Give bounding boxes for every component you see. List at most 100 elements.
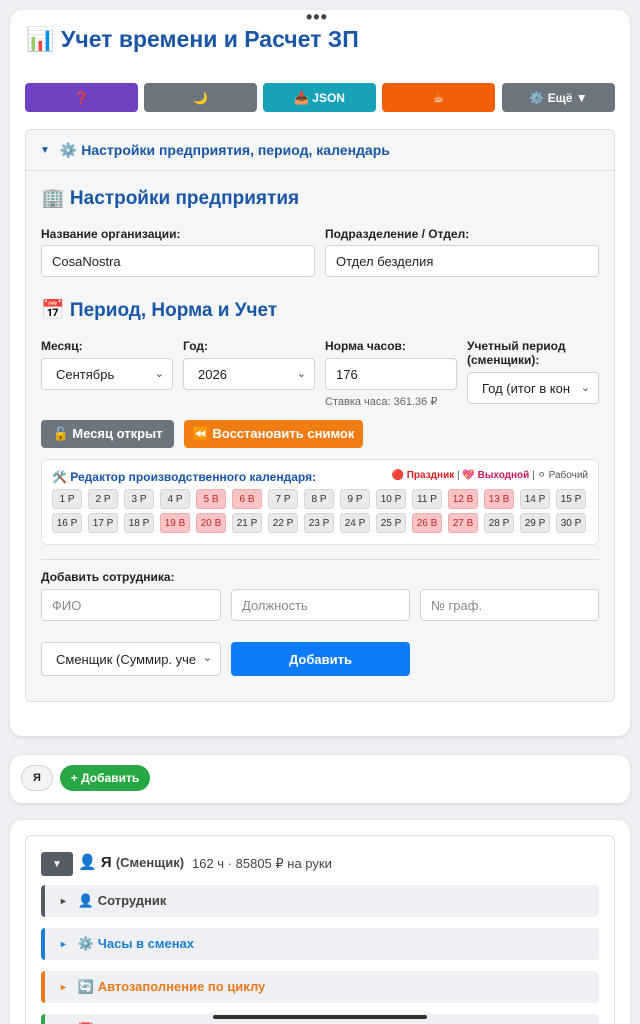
accounting-period-label-line1: Учетный период: [467, 339, 566, 353]
legend-workday: ⚪ Рабочий: [537, 470, 588, 481]
legend-holiday: 🔴 Праздник: [391, 470, 455, 481]
calendar-day[interactable]: 30 Р: [556, 513, 586, 533]
calendar-editor: 🛠️ Редактор производственного календаря:…: [41, 459, 599, 545]
accounting-period-label-line2: (сменщики):: [467, 353, 540, 367]
calendar-day[interactable]: 15 Р: [556, 489, 586, 509]
chevron-down-icon: ⌄: [154, 368, 164, 380]
calendar-day[interactable]: 29 Р: [520, 513, 550, 533]
calendar-day[interactable]: 25 Р: [376, 513, 406, 533]
company-section-title: 🏢 Настройки предприятия: [41, 188, 300, 209]
accounting-period-label: Учетный период (сменщики):: [467, 339, 565, 367]
month-value: Сентябрь: [56, 366, 115, 382]
dark-mode-button[interactable]: 🌙: [144, 83, 257, 112]
employee-name-text: 👤 Я: [78, 854, 112, 871]
section-shift-hours[interactable]: ► ⚙️ Часы в сменах: [41, 928, 599, 960]
page-title: 📊 Учет времени и Расчет ЗП: [26, 26, 359, 53]
calendar-day[interactable]: 20 В: [196, 513, 226, 533]
add-employee-label: Добавить сотрудника:: [41, 570, 175, 584]
calendar-day[interactable]: 11 Р: [412, 489, 442, 509]
add-employee-button[interactable]: Добавить: [231, 642, 410, 676]
employee-tab-me[interactable]: Я: [21, 765, 53, 791]
calendar-day[interactable]: 12 В: [448, 489, 478, 509]
restore-snapshot-button[interactable]: ⏪ Восстановить снимок: [184, 420, 363, 448]
section-autofill[interactable]: ► 🔄 Автозаполнение по циклу: [41, 971, 599, 1003]
norm-input[interactable]: 176: [325, 358, 457, 390]
calendar-day[interactable]: 3 Р: [124, 489, 154, 509]
period-section-title: 📅 Период, Норма и Учет: [41, 300, 278, 321]
triangle-right-icon: ►: [59, 982, 68, 992]
calendar-day[interactable]: 16 Р: [52, 513, 82, 533]
calendar-day[interactable]: 24 Р: [340, 513, 370, 533]
employee-panel: ▼ 👤 Я (Сменщик) 162 ч · 85805 ₽ на руки …: [25, 835, 615, 1024]
home-indicator: [213, 1015, 427, 1019]
settings-panel: ▼ ⚙️ Настройки предприятия, период, кале…: [25, 129, 615, 702]
calendar-day[interactable]: 10 Р: [376, 489, 406, 509]
position-input[interactable]: Должность: [231, 589, 410, 621]
chevron-down-icon: ⌄: [296, 368, 306, 380]
triangle-right-icon: ►: [59, 939, 68, 949]
calendar-legend: 🔴 Праздник | 💖 Выходной | ⚪ Рабочий: [392, 470, 589, 481]
section-label: 🔄 Автозаполнение по циклу: [77, 979, 266, 994]
accounting-period-value: Год (итог в кон: [482, 380, 571, 396]
help-button[interactable]: ❓: [25, 83, 138, 112]
calendar-day[interactable]: 27 В: [448, 513, 478, 533]
calendar-day[interactable]: 26 В: [412, 513, 442, 533]
calendar-day[interactable]: 2 Р: [88, 489, 118, 509]
coffee-button[interactable]: ☕: [382, 83, 495, 112]
employee-name: 👤 Я (Сменщик): [78, 853, 184, 871]
collapse-button[interactable]: ▼: [41, 852, 73, 876]
legend-weekend: 💖 Выходной: [462, 470, 530, 481]
year-value: 2026: [198, 366, 227, 382]
calendar-day[interactable]: 17 Р: [88, 513, 118, 533]
add-employee-tab[interactable]: + Добавить: [60, 765, 150, 791]
dept-label: Подразделение / Отдел:: [325, 227, 470, 241]
triangle-down-icon: ▼: [40, 144, 50, 156]
employee-type-value: Сменщик (Суммир. уче: [56, 651, 197, 667]
dept-input[interactable]: Отдел безделия: [325, 245, 599, 277]
triangle-right-icon: ►: [59, 896, 68, 906]
employee-role: (Сменщик): [115, 855, 185, 870]
section-label: ⚙️ Часы в сменах: [77, 936, 195, 951]
calendar-day[interactable]: 28 Р: [484, 513, 514, 533]
org-label: Название организации:: [41, 227, 181, 241]
year-select[interactable]: 2026 ⌄: [183, 358, 315, 390]
employee-type-select[interactable]: Сменщик (Суммир. уче ⌄: [41, 642, 221, 676]
calendar-day[interactable]: 18 Р: [124, 513, 154, 533]
calendar-day[interactable]: 19 В: [160, 513, 190, 533]
calendar-day[interactable]: 4 Р: [160, 489, 190, 509]
month-label: Месяц:: [41, 339, 83, 353]
settings-header-label: ⚙️ Настройки предприятия, период, календ…: [59, 141, 390, 158]
accounting-period-select[interactable]: Год (итог в кон ⌄: [467, 372, 599, 404]
more-menu-button[interactable]: ⚙️ Ещё ▼: [502, 83, 615, 112]
calendar-day[interactable]: 8 Р: [304, 489, 334, 509]
calendar-day[interactable]: 22 Р: [268, 513, 298, 533]
rate-hint: Ставка часа: 361.36 ₽: [325, 396, 438, 408]
chevron-down-icon: ⌄: [580, 382, 590, 394]
calendar-day[interactable]: 1 Р: [52, 489, 82, 509]
calendar-day[interactable]: 23 Р: [304, 513, 334, 533]
employee-stats: 162 ч · 85805 ₽ на руки: [192, 856, 332, 871]
calendar-day[interactable]: 13 В: [484, 489, 514, 509]
settings-header[interactable]: ▼ ⚙️ Настройки предприятия, период, кале…: [26, 130, 614, 171]
norm-label: Норма часов:: [325, 339, 406, 353]
year-label: Год:: [183, 339, 208, 353]
calendar-day[interactable]: 7 Р: [268, 489, 298, 509]
divider: [41, 559, 599, 560]
calendar-title: 🛠️ Редактор производственного календаря:: [52, 470, 317, 484]
calendar-day[interactable]: 21 Р: [232, 513, 262, 533]
section-label: 👤 Сотрудник: [77, 893, 167, 908]
more-options-icon[interactable]: •••: [306, 8, 328, 26]
month-open-button[interactable]: 🔓 Месяц открыт: [41, 420, 174, 448]
calendar-day[interactable]: 5 В: [196, 489, 226, 509]
calendar-day[interactable]: 14 Р: [520, 489, 550, 509]
json-button[interactable]: 📥 JSON: [263, 83, 376, 112]
schedule-number-input[interactable]: № граф.: [420, 589, 599, 621]
section-employee[interactable]: ► 👤 Сотрудник: [41, 885, 599, 917]
month-select[interactable]: Сентябрь ⌄: [41, 358, 173, 390]
calendar-day[interactable]: 6 В: [232, 489, 262, 509]
chart-icon: 📊: [26, 26, 55, 52]
toolbar: ❓ 🌙 📥 JSON ☕ ⚙️ Ещё ▼: [25, 83, 615, 112]
name-input[interactable]: ФИО: [41, 589, 221, 621]
calendar-day[interactable]: 9 Р: [340, 489, 370, 509]
org-input[interactable]: CosaNostra: [41, 245, 315, 277]
